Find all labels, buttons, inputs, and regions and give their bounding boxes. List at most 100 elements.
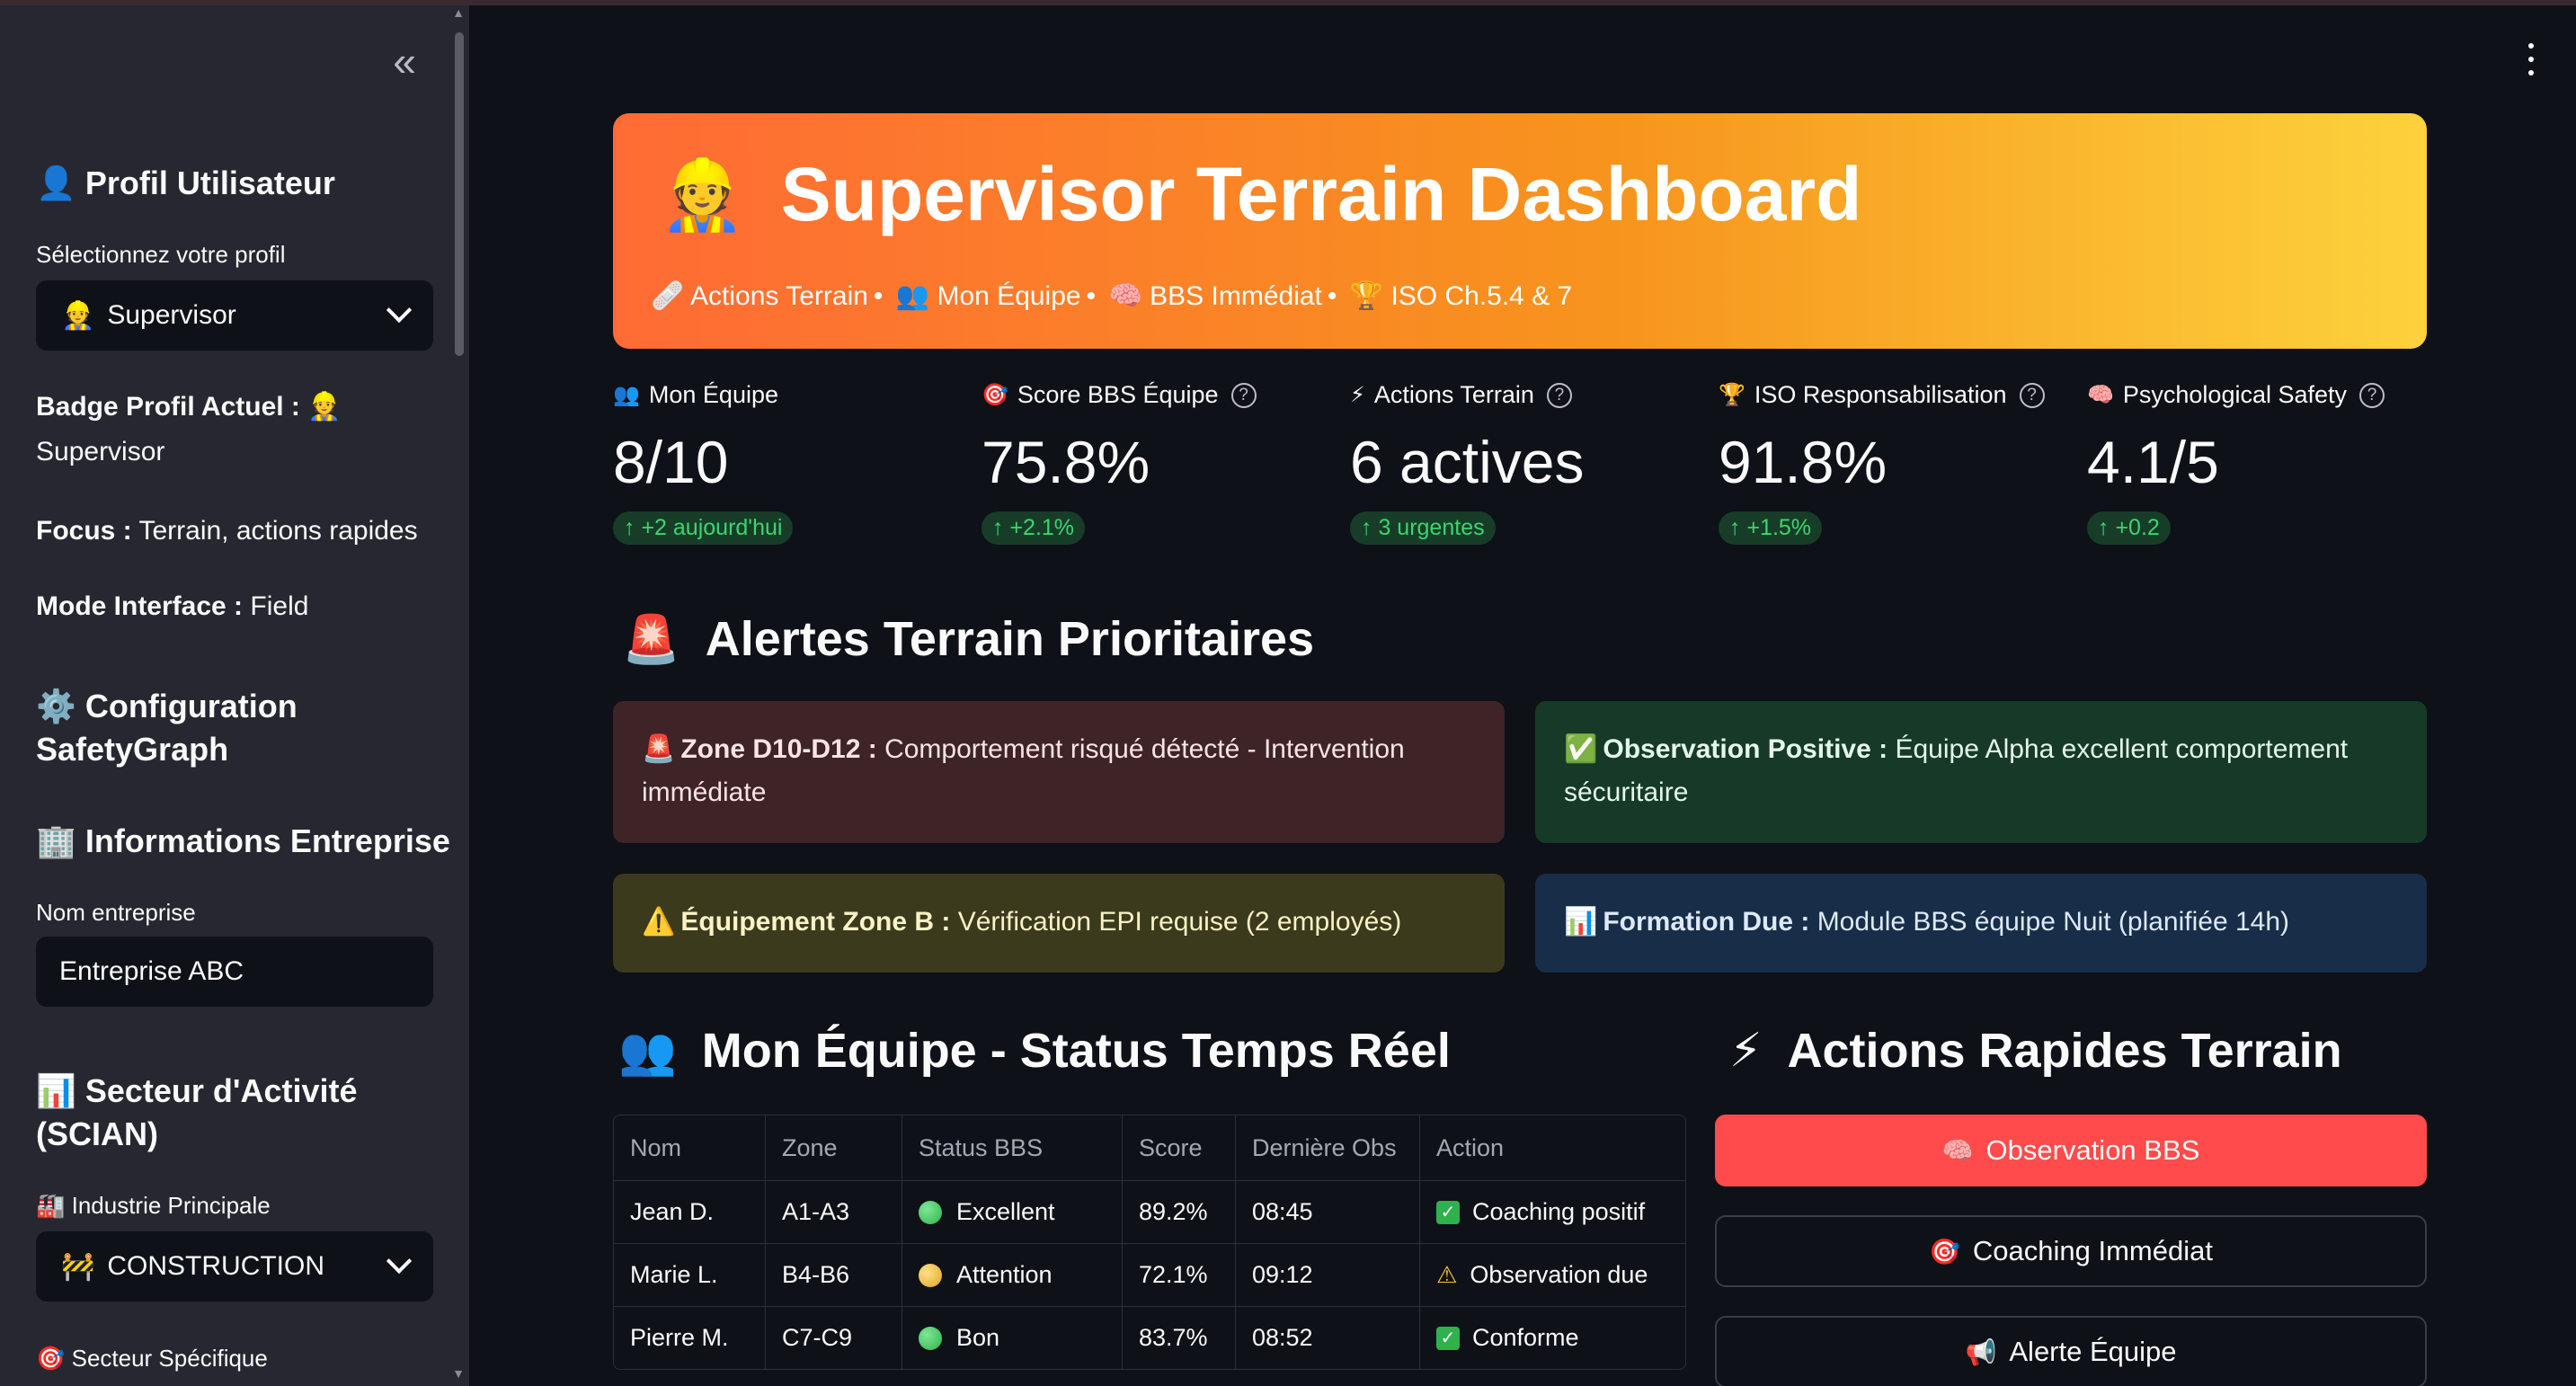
metric-value: 4.1/5	[2087, 429, 2219, 495]
warning-icon: ⚠	[1436, 1261, 1458, 1288]
sidebar: ▲ ▼ « 👤 Profil Utilisateur Sélectionnez v…	[0, 5, 469, 1386]
column-header[interactable]: Dernière Obs	[1235, 1115, 1419, 1180]
alerte-equipe-button[interactable]: 📢 Alerte Équipe	[1715, 1316, 2427, 1386]
green-circle-icon	[919, 1326, 942, 1350]
team-icon: 👥	[895, 281, 930, 311]
check-icon: ✓	[1436, 1200, 1460, 1224]
profile-select-label: Sélectionnez votre profil	[36, 241, 286, 268]
target-icon: 🎯	[1929, 1237, 1960, 1266]
alert-training-due: 📊 Formation Due : Module BBS équipe Nuit …	[1535, 874, 2427, 973]
scroll-up-arrow-icon[interactable]: ▲	[451, 6, 466, 19]
main-menu-icon[interactable]	[2524, 43, 2538, 76]
trophy-icon: 🏆	[1719, 383, 1745, 407]
column-header[interactable]: Zone	[765, 1115, 902, 1180]
metric-delta: ↑ +0.2	[2087, 511, 2171, 545]
warning-icon: ⚠️	[642, 907, 676, 937]
focus-value: Terrain, actions rapides	[138, 516, 418, 546]
metric-bbs-score: 🎯 Score BBS Équipe? 75.8% ↑ +2.1%	[982, 381, 1332, 545]
gear-icon: ⚙️	[36, 688, 76, 724]
target-icon: 🎯	[982, 383, 1008, 407]
table-cell: Pierre M.	[630, 1324, 729, 1351]
alert-equipment-zone-b: ⚠️ Équipement Zone B : Vérification EPI r…	[613, 874, 1505, 973]
metric-iso: 🏆 ISO Responsabilisation? 91.8% ↑ +1.5%	[1719, 381, 2069, 545]
metric-delta: ↑ +2 aujourd'hui	[613, 511, 794, 545]
coaching-immediat-button[interactable]: 🎯 Coaching Immédiat	[1715, 1215, 2427, 1287]
focus-info: Focus : Terrain, actions rapides	[36, 509, 418, 554]
help-icon[interactable]: ?	[1546, 382, 1572, 408]
badge-label: Badge Profil Actuel :	[36, 392, 300, 422]
focus-label: Focus :	[36, 516, 132, 546]
mode-label: Mode Interface :	[36, 591, 244, 621]
table-cell: 08:52	[1235, 1307, 1419, 1369]
table-cell: ✓ Conforme	[1419, 1307, 1685, 1369]
metric-value: 75.8%	[982, 429, 1150, 495]
metric-value: 6 actives	[1350, 429, 1585, 495]
company-name-input[interactable]: Entreprise ABC	[36, 937, 433, 1007]
user-icon: 👤	[36, 164, 76, 201]
help-icon[interactable]: ?	[2359, 382, 2385, 408]
table-cell: Excellent	[902, 1181, 1122, 1243]
team-icon: 👥	[618, 1025, 677, 1078]
table-row: Pierre M. C7-C9 Bon 83.7% 08:52 ✓ Conform…	[614, 1306, 1685, 1369]
metric-delta: ↑ 3 urgentes	[1350, 511, 1496, 545]
table-cell: 83.7%	[1122, 1307, 1235, 1369]
construction-worker-icon: 👷	[660, 156, 745, 234]
metric-team: 👥 Mon Équipe 8/10 ↑ +2 aujourd'hui	[613, 381, 964, 545]
metric-delta: ↑ +2.1%	[982, 511, 1086, 545]
help-icon[interactable]: ?	[2019, 382, 2045, 408]
construction-barrier-icon: 🚧	[61, 1251, 95, 1282]
industry-label: 🏭 Industrie Principale	[36, 1192, 271, 1219]
table-cell: 72.1%	[1122, 1244, 1235, 1306]
alert-zone-d10: 🚨 Zone D10-D12 : Comportement risqué déte…	[613, 701, 1505, 843]
scroll-down-arrow-icon[interactable]: ▼	[451, 1367, 466, 1380]
metric-value: 8/10	[613, 429, 729, 495]
column-header[interactable]: Action	[1419, 1115, 1685, 1180]
lightning-icon: ⚡	[1350, 383, 1365, 407]
dashboard-banner: 👷 Supervisor Terrain Dashboard 🩹 Actions…	[613, 113, 2427, 349]
lightning-icon: ⚡	[1729, 1025, 1763, 1077]
company-section-title: 🏢 Informations Entreprise	[36, 820, 450, 863]
construction-worker-icon: 👷	[307, 392, 342, 422]
profile-select[interactable]: 👷 Supervisor	[36, 280, 433, 351]
bar-chart-icon: 📊	[36, 1072, 76, 1109]
observation-bbs-button[interactable]: 🧠 Observation BBS	[1715, 1115, 2427, 1186]
column-header[interactable]: Nom	[614, 1115, 765, 1180]
industry-select[interactable]: 🚧 CONSTRUCTION	[36, 1231, 433, 1302]
table-row: Jean D. A1-A3 Excellent 89.2% 08:45 ✓ Coa…	[614, 1180, 1685, 1243]
table-cell: C7-C9	[765, 1307, 902, 1369]
siren-icon: 🚨	[622, 613, 680, 666]
alert-positive-observation: ✅ Observation Positive : Équipe Alpha exc…	[1535, 701, 2427, 843]
column-header[interactable]: Status BBS	[902, 1115, 1122, 1180]
table-cell: A1-A3	[765, 1181, 902, 1243]
badge-value: Supervisor	[36, 437, 165, 466]
column-header[interactable]: Score	[1122, 1115, 1235, 1180]
siren-icon: 🚨	[642, 734, 676, 764]
building-icon: 🏢	[36, 822, 76, 859]
brain-icon: 🧠	[2087, 383, 2114, 407]
sidebar-scrollbar[interactable]	[455, 32, 464, 356]
target-icon: 🎯	[36, 1345, 66, 1372]
brain-icon: 🧠	[1108, 281, 1142, 311]
company-name-label: Nom entreprise	[36, 899, 196, 926]
table-row: Marie L. B4-B6 Attention 72.1% 09:12 ⚠ Ob…	[614, 1243, 1685, 1306]
team-icon: 👥	[613, 383, 640, 407]
profile-select-value: Supervisor	[107, 300, 236, 330]
chevron-down-icon	[386, 297, 413, 324]
bar-chart-icon: 📊	[1564, 907, 1598, 937]
metric-delta: ↑ +1.5%	[1719, 511, 1823, 545]
table-cell: ✓ Coaching positif	[1419, 1181, 1685, 1243]
help-icon[interactable]: ?	[1230, 382, 1257, 408]
collapse-sidebar-icon[interactable]: «	[385, 40, 424, 83]
alerts-section-title: 🚨 Alertes Terrain Prioritaires	[622, 612, 1315, 666]
metric-field-actions: ⚡ Actions Terrain? 6 actives ↑ 3 urgentes	[1350, 381, 1701, 545]
table-header: Nom Zone Status BBS Score Dernière Obs A…	[614, 1115, 1685, 1180]
table-cell: 89.2%	[1122, 1181, 1235, 1243]
table-cell: 09:12	[1235, 1244, 1419, 1306]
mode-info: Mode Interface : Field	[36, 584, 308, 629]
brain-icon: 🧠	[1941, 1136, 1974, 1165]
metric-psych-safety: 🧠 Psychological Safety? 4.1/5 ↑ +0.2	[2087, 381, 2438, 545]
industry-select-value: CONSTRUCTION	[107, 1251, 325, 1281]
table-cell: ⚠ Observation due	[1419, 1244, 1685, 1306]
banner-subtitle: 🩹 Actions Terrain • 👥 Mon Équipe • 🧠 BBS I…	[651, 281, 1573, 311]
specific-sector-label: 🎯 Secteur Spécifique	[36, 1345, 268, 1372]
